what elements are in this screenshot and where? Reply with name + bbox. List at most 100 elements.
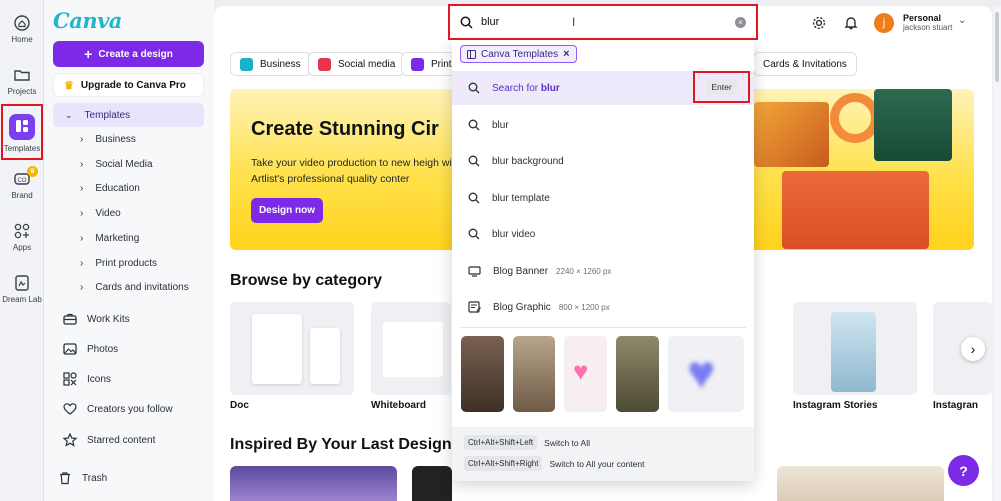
notifications-bell-icon[interactable] <box>843 15 859 31</box>
chip-social-media[interactable]: Social media <box>308 52 406 76</box>
upgrade-button[interactable]: ♛ Upgrade to Canva Pro <box>53 73 204 97</box>
left-rail: Home Projects Templates CO Brand ♛ Apps … <box>0 0 44 501</box>
blurred-heart-graphic: ♥ <box>687 347 716 400</box>
template-thumbnail[interactable] <box>461 336 504 412</box>
chevron-right-icon: › <box>80 134 84 145</box>
nav-label: Work Kits <box>87 313 130 325</box>
suggestion-label: blur <box>492 119 509 131</box>
clear-search-icon[interactable]: × <box>735 16 746 28</box>
create-design-button[interactable]: + Create a design <box>53 41 204 67</box>
enter-hint: Enter <box>693 71 750 103</box>
chip-label: Print <box>431 58 452 70</box>
pink-heart-graphic: ♥ <box>573 356 589 386</box>
chevron-right-icon: › <box>970 341 976 357</box>
category-label-instagram-stories: Instagram Stories <box>793 400 878 411</box>
recent-design-card[interactable] <box>412 466 452 501</box>
nav-creators[interactable]: Creators you follow <box>63 402 173 416</box>
shortcut-keys: Ctrl+Alt+Shift+Left <box>464 435 538 450</box>
search-icon <box>468 192 480 204</box>
templates-highlight <box>1 104 43 160</box>
folder-icon <box>14 70 30 81</box>
template-sub-social-media[interactable]: › Social Media <box>80 159 153 170</box>
suggestion-label: Blog Banner <box>493 265 549 277</box>
recent-design-card[interactable] <box>230 466 397 501</box>
suggestion-item[interactable]: blur <box>452 108 754 142</box>
chevron-right-icon: › <box>80 233 84 244</box>
suggestion-item[interactable]: blur background <box>452 144 754 178</box>
chevron-right-icon: › <box>80 258 84 269</box>
suggestion-design-type[interactable]: Blog Banner 2240 × 1260 px <box>452 254 754 288</box>
search-bar[interactable]: blur I × <box>448 4 758 40</box>
suggestion-label: blur background <box>492 155 564 167</box>
filter-canva-templates[interactable]: Canva Templates × <box>460 45 577 63</box>
apps-icon <box>14 223 30 239</box>
rail-apps[interactable]: Apps <box>0 222 44 252</box>
search-input[interactable]: blur <box>481 16 727 28</box>
suggestion-design-type[interactable]: Blog Graphic 800 × 1200 px <box>452 290 754 324</box>
rail-brand[interactable]: CO Brand <box>0 170 44 200</box>
nav-photos[interactable]: Photos <box>63 342 118 356</box>
account-switcher[interactable]: Personal jackson stuart <box>903 13 952 32</box>
shortcut-row: Ctrl+Alt+Shift+Left Switch to All <box>464 435 590 450</box>
rail-dream-lab[interactable]: Dream Lab <box>0 274 44 304</box>
page-scrollbar[interactable] <box>993 6 1001 501</box>
template-filter-icon <box>467 49 476 59</box>
template-sub-label: Marketing <box>95 233 140 244</box>
template-sub-business[interactable]: › Business <box>80 134 136 145</box>
rail-projects[interactable]: Projects <box>0 66 44 96</box>
nav-trash[interactable]: Trash <box>58 471 107 485</box>
template-sub-cards[interactable]: › Cards and invitations <box>80 282 189 293</box>
templates-section-toggle[interactable]: ⌄ Templates <box>53 103 204 127</box>
dream-lab-icon <box>15 275 29 291</box>
canva-logo[interactable]: Canva <box>53 8 122 33</box>
chip-business[interactable]: Business <box>230 52 311 76</box>
hero-ring-decoration <box>830 93 880 143</box>
template-thumbnail[interactable] <box>513 336 555 412</box>
suggestion-label: Blog Graphic <box>493 301 551 313</box>
nav-starred[interactable]: Starred content <box>63 433 155 447</box>
shapes-icon <box>63 372 77 386</box>
browse-heading: Browse by category <box>230 272 383 289</box>
template-sub-education[interactable]: › Education <box>80 183 140 194</box>
hero-magazine-card <box>782 171 929 249</box>
nav-icons[interactable]: Icons <box>63 372 111 386</box>
template-sub-video[interactable]: › Video <box>80 208 121 219</box>
carousel-next-button[interactable]: › <box>961 337 985 361</box>
remove-filter-icon[interactable]: × <box>563 48 569 60</box>
hero-subtitle: Take your video production to new heigh … <box>251 157 461 185</box>
category-card-instagram-stories[interactable] <box>793 302 917 395</box>
nav-work-kits[interactable]: Work Kits <box>63 312 130 326</box>
banner-icon <box>468 266 481 277</box>
rail-home[interactable]: Home <box>0 14 44 44</box>
suggestion-dimensions: 2240 × 1260 px <box>556 266 612 276</box>
template-sub-print-products[interactable]: › Print products <box>80 258 157 269</box>
account-chevron-icon[interactable]: ⌄ <box>958 15 966 26</box>
template-thumbnail[interactable]: ♥ <box>668 336 744 412</box>
suggestion-label: blur template <box>492 192 550 204</box>
settings-gear-icon[interactable] <box>811 15 827 31</box>
suggestion-label: Search for blur <box>492 83 560 94</box>
template-thumbnail[interactable] <box>616 336 659 412</box>
help-button[interactable]: ? <box>948 455 979 486</box>
suggestion-item[interactable]: blur template <box>452 181 754 215</box>
nav-label: Starred content <box>87 434 156 446</box>
design-now-button[interactable]: Design now <box>251 198 323 223</box>
chevron-right-icon: › <box>80 183 84 194</box>
briefcase-icon <box>63 313 77 325</box>
suggestion-item[interactable]: blur video <box>452 217 754 251</box>
template-sub-marketing[interactable]: › Marketing <box>80 233 139 244</box>
category-label-doc: Doc <box>230 400 249 411</box>
recent-design-card[interactable] <box>777 466 944 501</box>
chip-cards-invitations[interactable]: Cards & Invitations <box>753 52 857 76</box>
category-card-doc[interactable] <box>230 302 354 395</box>
dropdown-divider <box>460 327 746 328</box>
nav-label: Creators you follow <box>87 403 173 415</box>
category-label-instagram: Instagran <box>933 400 979 411</box>
social-media-icon <box>318 57 331 71</box>
doc-preview-small <box>310 328 340 384</box>
scrollbar-thumb[interactable] <box>995 12 999 82</box>
search-for-term: blur <box>540 82 560 94</box>
category-card-whiteboard[interactable] <box>371 302 451 395</box>
template-thumbnail[interactable]: ♥ <box>564 336 607 412</box>
user-avatar[interactable]: j <box>874 13 894 33</box>
